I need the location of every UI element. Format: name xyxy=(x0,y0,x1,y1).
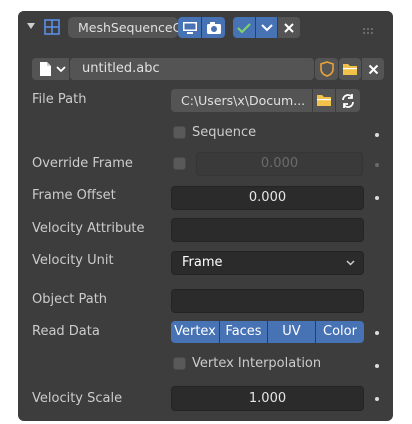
file-path-label: File Path xyxy=(32,92,87,107)
close-icon xyxy=(284,22,294,33)
read-data-faces-toggle[interactable]: Faces xyxy=(220,321,267,343)
chevron-down-icon xyxy=(260,23,273,31)
reload-icon xyxy=(342,93,354,108)
vertex-interpolation-checkbox[interactable] xyxy=(173,357,186,370)
velocity-unit-label: Velocity Unit xyxy=(32,253,114,268)
object-path-label: Object Path xyxy=(32,292,108,307)
velocity-unit-dropdown[interactable]: Frame xyxy=(171,251,364,275)
frame-offset-keyframe-dot[interactable] xyxy=(375,196,379,200)
sequence-checkbox[interactable] xyxy=(173,126,186,139)
frame-offset-label: Frame Offset xyxy=(32,188,116,203)
modifier-header: MeshSequenceCa... xyxy=(18,11,393,43)
drag-handle-icon[interactable] xyxy=(362,24,376,34)
chevron-down-icon xyxy=(56,66,66,73)
velocity-scale-field[interactable]: 1.000 xyxy=(171,386,364,411)
cache-file-name[interactable]: untitled.abc xyxy=(70,58,314,80)
modifier-menu-button[interactable] xyxy=(256,17,277,38)
sequence-label: Sequence xyxy=(192,125,257,140)
folder-icon xyxy=(343,63,357,75)
velocity-scale-keyframe-dot[interactable] xyxy=(375,397,379,401)
modifier-panel: MeshSequenceCa... untitled.abc Fil xyxy=(18,11,393,421)
cache-file-browse[interactable] xyxy=(32,58,69,80)
velocity-unit-value: Frame xyxy=(182,255,223,270)
override-frame-label: Override Frame xyxy=(32,156,133,171)
apply-button[interactable] xyxy=(233,17,255,38)
vertex-interpolation-label: Vertex Interpolation xyxy=(192,356,322,371)
chevron-down-icon xyxy=(346,260,355,266)
frame-offset-field[interactable]: 0.000 xyxy=(171,186,364,210)
collapse-arrow-icon[interactable] xyxy=(27,23,35,29)
override-frame-field[interactable]: 0.000 xyxy=(196,152,363,176)
render-toggle[interactable] xyxy=(202,17,225,38)
render-icon xyxy=(206,21,221,34)
fake-user-button[interactable] xyxy=(315,58,338,80)
read-data-uv-toggle[interactable]: UV xyxy=(268,321,315,343)
file-path-field[interactable]: C:\Users\x\Docum... xyxy=(171,89,312,112)
close-icon xyxy=(368,64,378,74)
browse-path-button[interactable] xyxy=(313,89,335,112)
check-icon xyxy=(237,22,251,34)
grid-icon xyxy=(44,19,60,35)
folder-icon xyxy=(317,95,331,106)
modifier-name-field[interactable]: MeshSequenceCa... xyxy=(68,17,178,38)
velocity-attribute-field[interactable] xyxy=(171,218,364,242)
sequence-keyframe-dot[interactable] xyxy=(375,133,379,137)
object-path-field[interactable] xyxy=(171,289,364,313)
file-icon xyxy=(40,62,51,76)
read-data-label: Read Data xyxy=(32,324,100,339)
realtime-toggle[interactable] xyxy=(178,17,201,38)
vertex-interpolation-keyframe-dot[interactable] xyxy=(375,364,379,368)
reload-button[interactable] xyxy=(336,89,360,112)
velocity-scale-label: Velocity Scale xyxy=(32,391,123,406)
read-data-color-toggle[interactable]: Color xyxy=(316,321,364,343)
read-data-vertex-toggle[interactable]: Vertex xyxy=(171,321,219,343)
velocity-attribute-label: Velocity Attribute xyxy=(32,221,145,236)
realtime-icon xyxy=(182,21,197,34)
unlink-cache-button[interactable] xyxy=(362,58,384,80)
open-file-button[interactable] xyxy=(339,58,361,80)
read-data-keyframe-dot[interactable] xyxy=(375,331,379,335)
override-frame-checkbox[interactable] xyxy=(173,157,186,170)
override-frame-keyframe-dot[interactable] xyxy=(375,163,379,167)
remove-modifier-button[interactable] xyxy=(278,17,300,38)
shield-icon xyxy=(319,61,334,77)
